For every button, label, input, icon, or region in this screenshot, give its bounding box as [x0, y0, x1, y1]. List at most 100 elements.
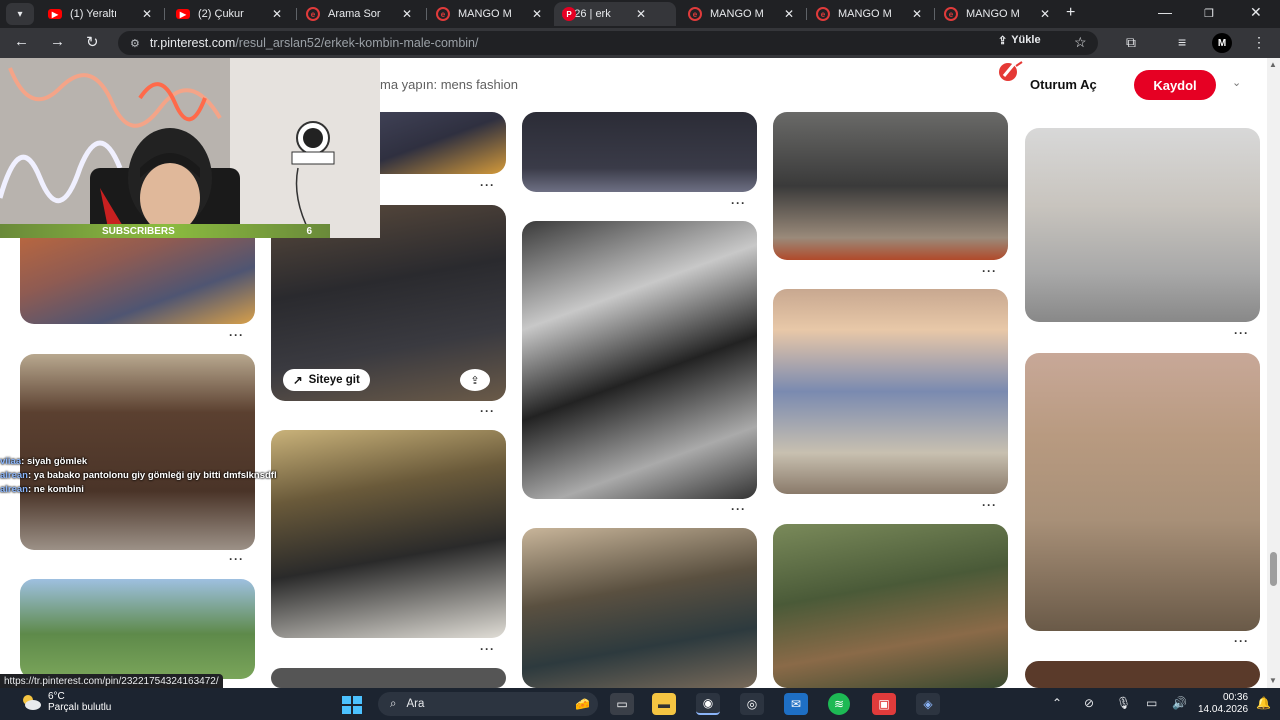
tab-search-button[interactable]: ▾ [6, 3, 34, 25]
display-icon[interactable]: ▭ [1146, 696, 1157, 710]
pin-image[interactable] [271, 668, 506, 688]
pin-image[interactable] [1025, 353, 1260, 631]
tab-title: Arama Sor [328, 8, 381, 20]
address-bar[interactable]: ⚙ tr.pinterest.com/resul_arslan52/erkek-… [118, 31, 1098, 55]
share-icon: ⇪ [470, 374, 480, 387]
volume-icon[interactable]: 🔊 [1172, 696, 1187, 710]
chevron-up-icon[interactable]: ⌃ [1052, 696, 1062, 710]
scroll-up-icon[interactable]: ▲ [1269, 60, 1277, 69]
chat-user: viiaa [0, 456, 22, 467]
more-options-icon[interactable]: ··· [480, 178, 495, 192]
close-icon[interactable]: ✕ [532, 7, 542, 21]
tab-pinterest-active[interactable]: P 2026 | erk ✕ [554, 2, 676, 26]
more-options-icon[interactable]: ··· [480, 642, 495, 656]
tab-title: MANGO M [710, 8, 764, 20]
profile-avatar[interactable]: M [1212, 33, 1232, 53]
save-icon: ⇪ [998, 34, 1008, 47]
visit-site-button[interactable]: ↗ Siteye git [283, 369, 370, 391]
app-stack-icon[interactable]: ◈ [916, 693, 940, 715]
chat-text: : siyah gömlek [21, 456, 88, 467]
close-icon[interactable]: ✕ [272, 7, 282, 21]
taskbar-search[interactable]: ⌕ Ara 🧀 [378, 692, 598, 716]
pin-image[interactable] [1025, 128, 1260, 322]
game-app-icon[interactable]: ▣ [872, 693, 896, 715]
media-control-icon[interactable]: ≡ [1178, 34, 1186, 50]
more-options-icon[interactable]: ··· [731, 502, 746, 516]
reload-icon[interactable]: ↻ [86, 33, 99, 51]
close-icon[interactable]: ✕ [784, 7, 794, 21]
pin-image[interactable] [522, 528, 757, 688]
more-options-icon[interactable]: ··· [229, 328, 244, 342]
pin-image[interactable] [20, 354, 255, 550]
new-tab-button[interactable]: + [1066, 4, 1075, 22]
close-icon[interactable]: ✕ [1040, 7, 1050, 21]
search-highlight-icon: 🧀 [575, 697, 590, 711]
microphone-icon[interactable]: 🎙 [1116, 696, 1131, 710]
pin-image[interactable] [773, 112, 1008, 260]
share-button[interactable]: ⇪ [460, 369, 490, 391]
site-info-icon[interactable]: ⚙ [130, 37, 140, 50]
pin-image[interactable] [1025, 661, 1260, 688]
tab-mango-1[interactable]: e MANGO M ✕ [428, 2, 556, 26]
scrollbar[interactable]: ▲ ▼ [1267, 58, 1280, 688]
tab-arama[interactable]: e Arama Sor ✕ [298, 2, 426, 26]
clock-time: 00:36 [1223, 692, 1249, 703]
youtube-icon: ▶ [176, 9, 190, 19]
extensions-icon[interactable]: ⧉ [1126, 34, 1136, 51]
more-options-icon[interactable]: ··· [1234, 326, 1249, 340]
tab-mango-4[interactable]: e MANGO M ✕ [936, 2, 1062, 26]
chevron-down-icon[interactable]: ⌄ [1232, 76, 1241, 89]
restore-icon[interactable]: ❐ [1204, 7, 1214, 20]
close-window-icon[interactable]: ✕ [1250, 4, 1262, 21]
save-button[interactable]: ⇪ Yükle [998, 30, 1041, 50]
pin-image[interactable] [522, 112, 757, 192]
tab-youtube-cukur[interactable]: ▶ (2) Çukur ✕ [168, 2, 296, 26]
bookmark-star-icon[interactable]: ☆ [1074, 34, 1087, 51]
subscribers-count: 6 [306, 225, 312, 237]
pin-image[interactable] [20, 579, 255, 679]
close-icon[interactable]: ✕ [636, 7, 646, 21]
spotify-icon[interactable]: ≋ [828, 693, 850, 715]
chrome-icon[interactable]: ◉ [696, 693, 720, 715]
more-options-icon[interactable]: ··· [480, 404, 495, 418]
system-clock[interactable]: 00:36 14.04.2026 [1198, 692, 1248, 716]
menu-kebab-icon[interactable]: ⋮ [1252, 34, 1266, 51]
scrollbar-thumb[interactable] [1270, 552, 1277, 586]
minimize-icon[interactable]: — [1158, 4, 1172, 20]
pin-image[interactable] [773, 524, 1008, 688]
forward-icon[interactable]: → [50, 33, 65, 50]
close-icon[interactable]: ✕ [912, 7, 922, 21]
more-options-icon[interactable]: ··· [1234, 634, 1249, 648]
search-icon: ⌕ [390, 697, 397, 710]
more-options-icon[interactable]: ··· [229, 552, 244, 566]
tab-youtube-yeralti[interactable]: ▶ (1) Yeraltı ✕ [40, 2, 160, 26]
scroll-down-icon[interactable]: ▼ [1269, 676, 1277, 685]
tab-title: MANGO M [838, 8, 892, 20]
tab-mango-2[interactable]: e MANGO M ✕ [680, 2, 806, 26]
more-options-icon[interactable]: ··· [731, 196, 746, 210]
login-button[interactable]: Oturum Aç [1030, 77, 1097, 92]
windows-start-icon[interactable] [342, 696, 362, 714]
youtube-icon: ▶ [48, 9, 62, 19]
arrow-up-right-icon: ↗ [293, 375, 303, 387]
more-options-icon[interactable]: ··· [982, 264, 997, 278]
chat-message: viiaa: siyah gömlek [0, 456, 87, 467]
more-options-icon[interactable]: ··· [982, 498, 997, 512]
close-icon[interactable]: ✕ [402, 7, 412, 21]
tab-mango-3[interactable]: e MANGO M ✕ [808, 2, 934, 26]
pin-image[interactable] [271, 430, 506, 638]
file-explorer-icon[interactable]: ▬ [652, 693, 676, 715]
network-off-icon[interactable]: ⊘ [1084, 696, 1094, 710]
back-icon[interactable]: ← [14, 33, 29, 50]
mail-icon[interactable]: ✉ [784, 693, 808, 715]
pin-image[interactable] [773, 289, 1008, 494]
task-view-icon[interactable]: ▭ [610, 693, 634, 715]
status-bar-url: https://tr.pinterest.com/pin/23221754324… [0, 674, 223, 688]
weather-widget[interactable]: 6°C Parçalı bulutlu [20, 691, 111, 713]
obs-icon[interactable]: ◎ [740, 693, 764, 715]
close-icon[interactable]: ✕ [142, 7, 152, 21]
signup-button[interactable]: Kaydol [1134, 70, 1216, 100]
pinterest-icon: P [562, 7, 576, 21]
notification-bell-icon[interactable]: 🔔 [1256, 696, 1271, 710]
pin-image[interactable] [522, 221, 757, 499]
